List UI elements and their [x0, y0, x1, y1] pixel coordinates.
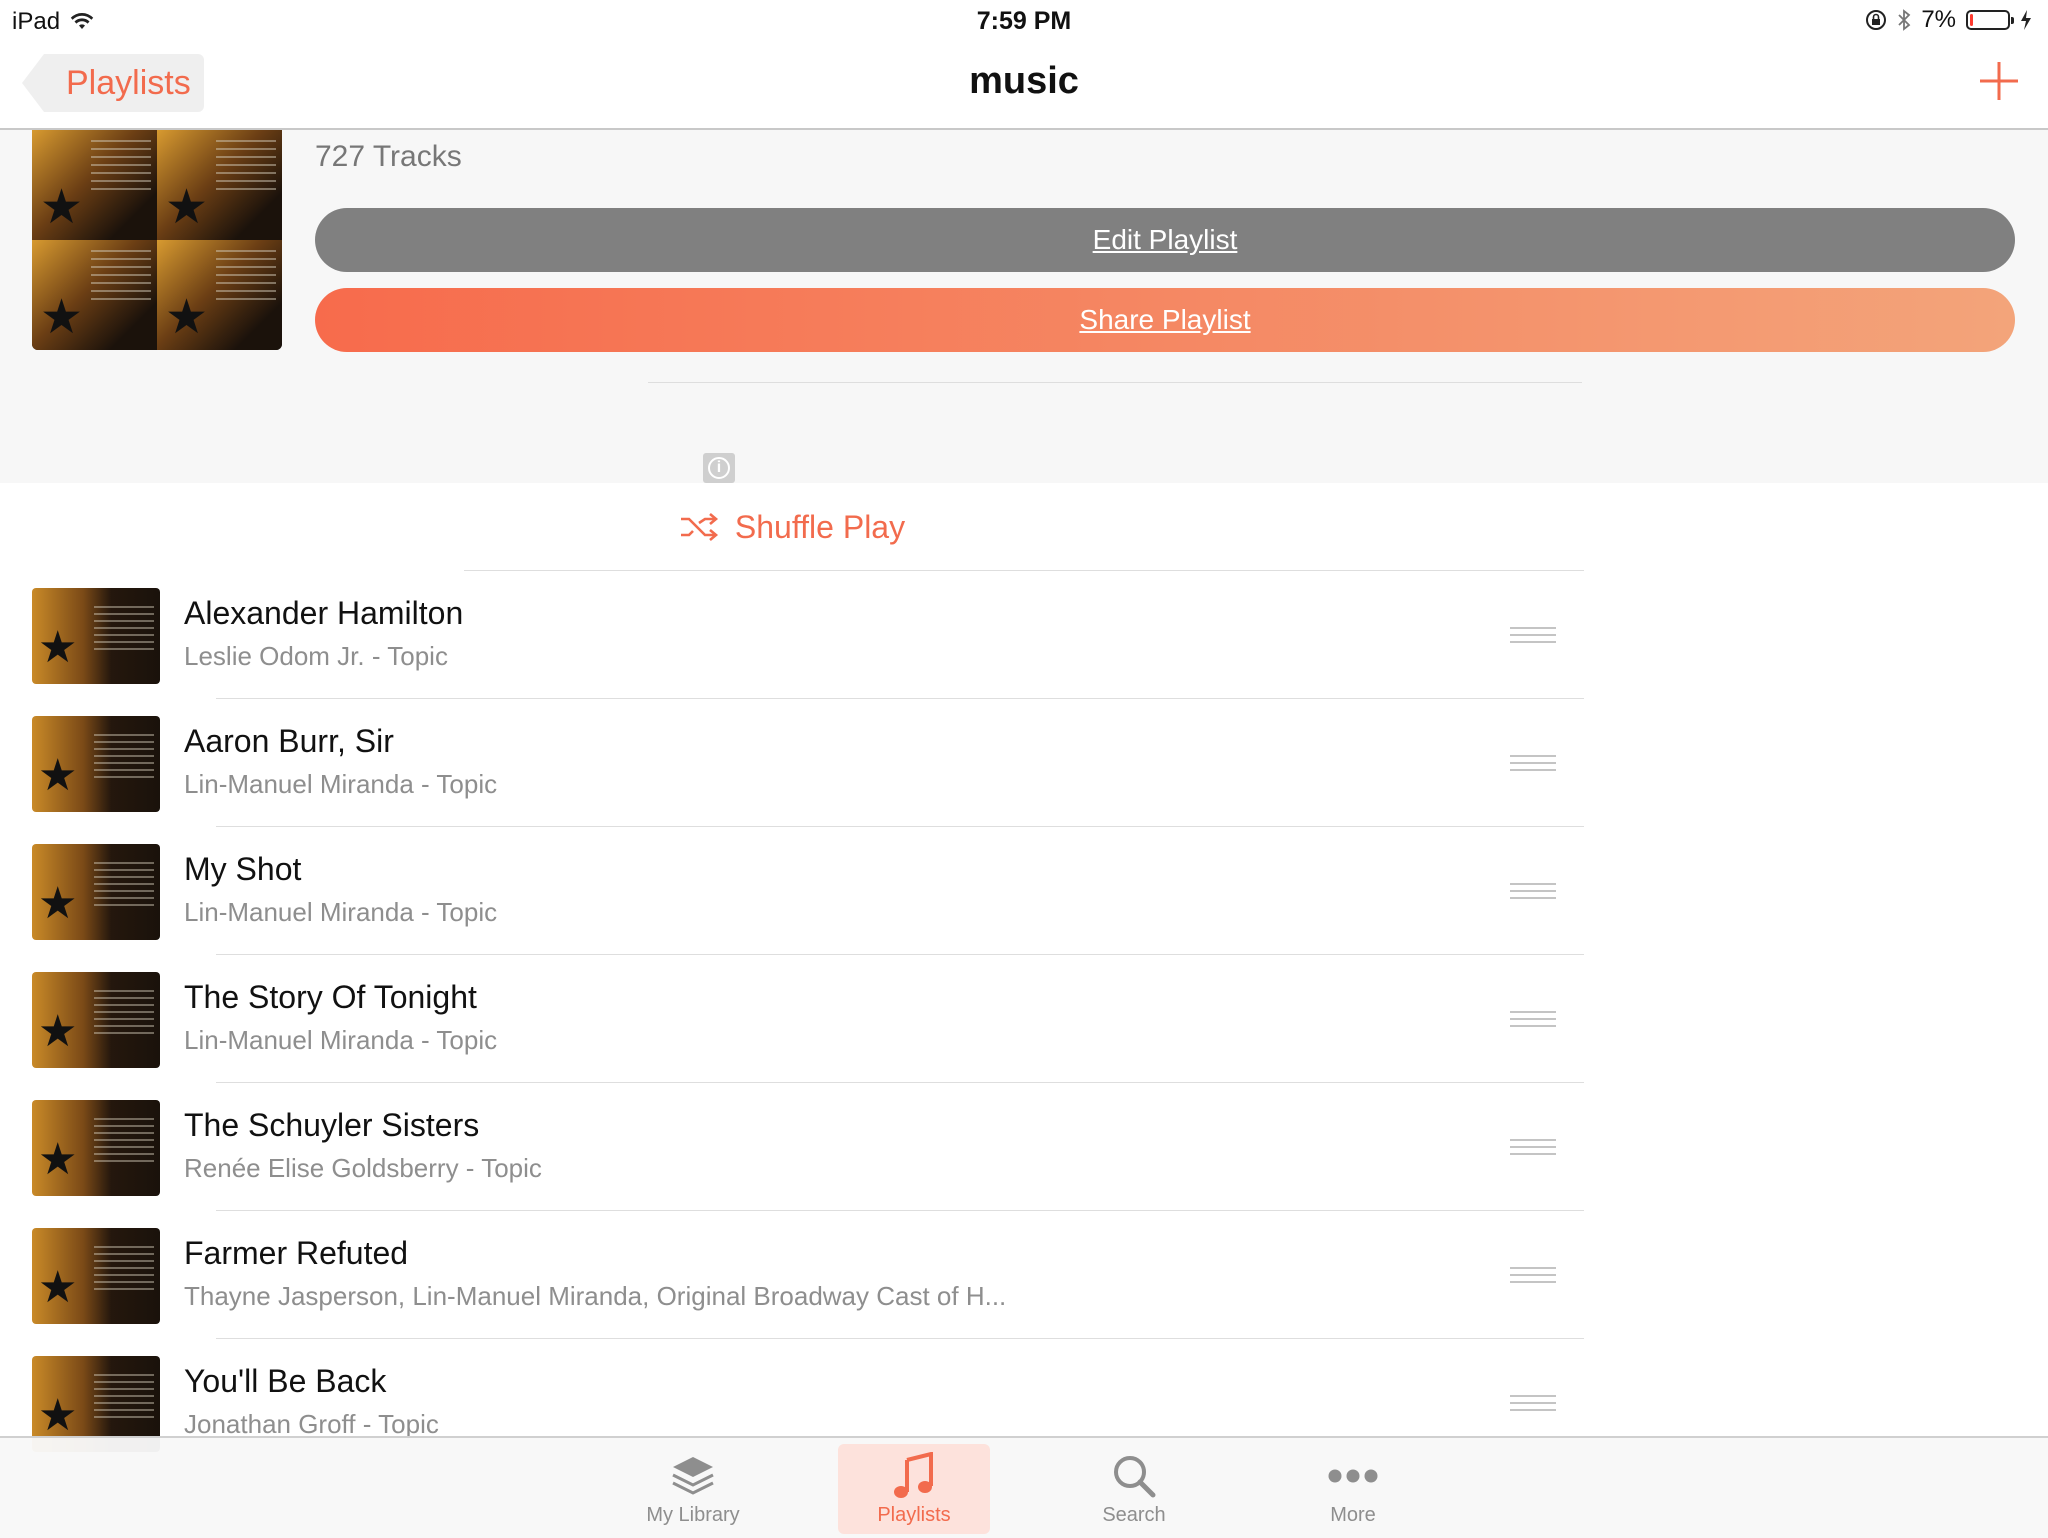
track-title: Farmer Refuted [184, 1235, 409, 1271]
edit-playlist-button[interactable]: Edit Playlist [315, 208, 2015, 272]
track-title: My Shot [184, 851, 302, 887]
track-row[interactable]: ★ Alexander Hamilton Leslie Odom Jr. - T… [0, 571, 1584, 699]
tab-label: More [1330, 1504, 1376, 1526]
track-artist: Lin-Manuel Miranda - Topic [184, 769, 498, 799]
status-bar: iPad 7:59 PM 7% [0, 0, 2048, 40]
drag-handle-icon[interactable] [1510, 627, 1556, 645]
tab-label: Search [1102, 1504, 1166, 1526]
more-icon [1328, 1469, 1378, 1483]
track-row[interactable]: ★ Aaron Burr, Sir Lin-Manuel Miranda - T… [0, 699, 1584, 827]
drag-handle-icon[interactable] [1510, 1267, 1556, 1285]
shuffle-play-button[interactable]: Shuffle Play [0, 483, 1584, 571]
playlist-header: 727 Tracks Edit Playlist Share Playlist … [0, 130, 2048, 483]
divider [648, 382, 1582, 383]
track-row[interactable]: ★ Farmer Refuted Thayne Jasperson, Lin-M… [0, 1211, 1584, 1339]
bluetooth-icon [1898, 9, 1911, 31]
track-row[interactable]: ★ My Shot Lin-Manuel Miranda - Topic [0, 827, 1584, 955]
track-title: The Story Of Tonight [184, 979, 477, 1015]
track-artist: Leslie Odom Jr. - Topic [184, 641, 448, 671]
track-artwork: ★ [32, 844, 160, 940]
drag-handle-icon[interactable] [1510, 1395, 1556, 1413]
drag-handle-icon[interactable] [1510, 1139, 1556, 1157]
drag-handle-icon[interactable] [1510, 755, 1556, 773]
track-artwork: ★ [32, 1228, 160, 1324]
clock: 7:59 PM [976, 7, 1072, 35]
tab-more[interactable]: More [1277, 1444, 1429, 1534]
drag-handle-icon[interactable] [1510, 1011, 1556, 1029]
tab-label: Playlists [877, 1504, 951, 1526]
tab-playlists[interactable]: Playlists [838, 1444, 990, 1534]
track-artwork: ★ [32, 588, 160, 684]
add-icon[interactable] [1976, 58, 2022, 104]
playlist-cover-art [32, 130, 282, 350]
shuffle-play-label: Shuffle Play [734, 508, 906, 545]
track-artwork: ★ [32, 972, 160, 1068]
track-row[interactable]: ★ The Schuyler Sisters Renée Elise Golds… [0, 1083, 1584, 1211]
track-title: Alexander Hamilton [184, 595, 464, 631]
track-title: The Schuyler Sisters [184, 1107, 480, 1143]
track-count: 727 Tracks [315, 140, 462, 173]
charging-bolt-icon [2021, 10, 2031, 30]
track-artist: Thayne Jasperson, Lin-Manuel Miranda, Or… [184, 1281, 1007, 1311]
shuffle-icon [680, 513, 718, 541]
layers-icon [672, 1457, 714, 1495]
battery-icon [1966, 10, 2014, 30]
share-playlist-label: Share Playlist [1079, 304, 1251, 335]
track-artist: Lin-Manuel Miranda - Topic [184, 897, 498, 927]
tab-label: My Library [646, 1504, 740, 1526]
page-title: music [969, 60, 1079, 102]
info-icon[interactable]: i [703, 453, 735, 483]
status-right: 7% [1865, 6, 2032, 34]
tab-bar: My Library Playlists Search More [0, 1436, 2048, 1538]
track-artwork: ★ [32, 716, 160, 812]
rotation-lock-icon [1866, 10, 1887, 30]
navigation-bar: Playlists music [0, 40, 2048, 130]
track-artist: Lin-Manuel Miranda - Topic [184, 1025, 498, 1055]
drag-handle-icon[interactable] [1510, 883, 1556, 901]
battery-percent: 7% [1921, 6, 1956, 33]
tab-my-library[interactable]: My Library [617, 1444, 769, 1534]
share-playlist-button[interactable]: Share Playlist [315, 288, 2015, 352]
track-title: You'll Be Back [184, 1363, 387, 1399]
track-title: Aaron Burr, Sir [184, 723, 394, 759]
track-artwork: ★ [32, 1100, 160, 1196]
track-artist: Renée Elise Goldsberry - Topic [184, 1153, 542, 1183]
tab-search[interactable]: Search [1058, 1444, 1210, 1534]
search-icon [1114, 1456, 1156, 1498]
music-note-icon [894, 1452, 933, 1498]
edit-playlist-label: Edit Playlist [1092, 224, 1238, 255]
track-row[interactable]: ★ The Story Of Tonight Lin-Manuel Mirand… [0, 955, 1584, 1083]
